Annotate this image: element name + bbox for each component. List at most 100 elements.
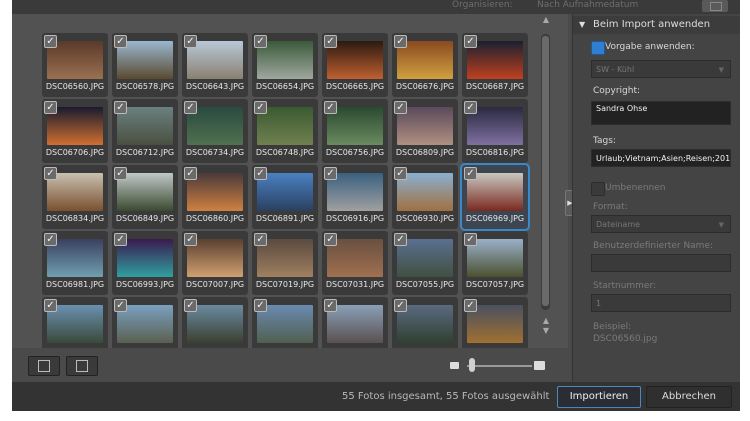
photo-thumbnail[interactable]: ✓ DSC06578.JPG xyxy=(112,33,178,97)
thumbnail-checkbox[interactable]: ✓ xyxy=(464,35,477,48)
thumbnail-checkbox[interactable]: ✓ xyxy=(44,35,57,48)
scrollbar-thumb[interactable] xyxy=(542,36,549,306)
thumbnail-size-slider[interactable] xyxy=(467,365,532,367)
photo-thumbnail[interactable]: ✓ DSC06748.JPG xyxy=(252,99,318,163)
thumbnail-checkbox[interactable]: ✓ xyxy=(394,167,407,180)
thumbnail-checkbox[interactable]: ✓ xyxy=(114,233,127,246)
photo-thumbnail[interactable]: ✓ xyxy=(182,297,248,348)
preset-dropdown[interactable]: SW - Kühl ▼ xyxy=(591,60,731,78)
thumbnail-checkbox[interactable]: ✓ xyxy=(254,167,267,180)
photo-thumbnail[interactable]: ✓ DSC06676.JPG xyxy=(392,33,458,97)
thumbnail-checkbox[interactable]: ✓ xyxy=(254,233,267,246)
sort-dropdown[interactable]: Nach Aufnahmedatum xyxy=(537,0,677,10)
small-thumb-icon[interactable] xyxy=(450,362,459,369)
photo-thumbnail[interactable]: ✓ xyxy=(462,297,528,348)
photo-thumbnail[interactable]: ✓ DSC06654.JPG xyxy=(252,33,318,97)
thumbnail-checkbox[interactable]: ✓ xyxy=(324,35,337,48)
thumbnail-checkbox[interactable]: ✓ xyxy=(254,299,267,312)
thumbnail-checkbox[interactable]: ✓ xyxy=(44,101,57,114)
slider-knob[interactable] xyxy=(469,358,475,372)
start-number-field[interactable]: 1 xyxy=(591,294,731,312)
panel-header[interactable]: ▼ Beim Import anwenden xyxy=(573,16,740,34)
thumbnail-checkbox[interactable]: ✓ xyxy=(114,35,127,48)
thumbnail-checkbox[interactable]: ✓ xyxy=(394,101,407,114)
photo-thumbnail[interactable]: ✓ DSC07031.JPG xyxy=(322,231,388,295)
photo-thumbnail[interactable]: ✓ DSC07007.JPG xyxy=(182,231,248,295)
thumbnail-checkbox[interactable]: ✓ xyxy=(44,299,57,312)
check-all-button[interactable] xyxy=(66,356,98,376)
import-settings-panel: ▼ Beim Import anwenden Vorgabe anwenden:… xyxy=(572,14,740,382)
photo-thumbnail[interactable]: ✓ DSC06809.JPG xyxy=(392,99,458,163)
photo-thumbnail[interactable]: ✓ DSC06930.JPG xyxy=(392,165,458,229)
photo-thumbnail[interactable]: ✓ DSC06860.JPG xyxy=(182,165,248,229)
cancel-button[interactable]: Abbrechen xyxy=(646,386,732,408)
thumbnail-checkbox[interactable]: ✓ xyxy=(254,35,267,48)
import-button[interactable]: Importieren xyxy=(557,386,641,408)
thumbnail-checkbox[interactable]: ✓ xyxy=(324,233,337,246)
photo-thumbnail[interactable]: ✓ xyxy=(392,297,458,348)
thumbnail-checkbox[interactable]: ✓ xyxy=(464,101,477,114)
vertical-scrollbar[interactable] xyxy=(541,34,550,310)
thumbnail-checkbox[interactable]: ✓ xyxy=(114,167,127,180)
thumbnail-filename: DSC06578.JPG xyxy=(115,82,175,91)
thumbnail-checkbox[interactable]: ✓ xyxy=(184,299,197,312)
photo-thumbnail[interactable]: ✓ DSC06756.JPG xyxy=(322,99,388,163)
photo-thumbnail[interactable]: ✓ DSC06665.JPG xyxy=(322,33,388,97)
thumbnail-checkbox[interactable]: ✓ xyxy=(44,233,57,246)
photo-thumbnail[interactable]: ✓ DSC06687.JPG xyxy=(462,33,528,97)
photo-thumbnail[interactable]: ✓ DSC07057.JPG xyxy=(462,231,528,295)
photo-thumbnail[interactable]: ✓ DSC06734.JPG xyxy=(182,99,248,163)
thumbnail-checkbox[interactable]: ✓ xyxy=(394,299,407,312)
thumbnail-checkbox[interactable]: ✓ xyxy=(114,299,127,312)
photo-thumbnail[interactable]: ✓ DSC06643.JPG xyxy=(182,33,248,97)
thumbnail-checkbox[interactable]: ✓ xyxy=(324,299,337,312)
thumbnail-filename: DSC06930.JPG xyxy=(395,214,455,223)
photo-thumbnail[interactable]: ✓ DSC06916.JPG xyxy=(322,165,388,229)
thumbnail-checkbox[interactable]: ✓ xyxy=(464,299,477,312)
photo-thumbnail[interactable]: ✓ DSC06706.JPG xyxy=(42,99,108,163)
thumbnail-checkbox[interactable]: ✓ xyxy=(184,233,197,246)
scroll-down-icon[interactable]: ▼ xyxy=(541,326,551,335)
photo-thumbnail[interactable]: ✓ DSC06816.JPG xyxy=(462,99,528,163)
photo-thumbnail[interactable]: ✓ xyxy=(112,297,178,348)
thumbnail-checkbox[interactable]: ✓ xyxy=(184,167,197,180)
thumbnail-checkbox[interactable]: ✓ xyxy=(44,167,57,180)
rename-checkbox[interactable] xyxy=(591,182,605,196)
thumbnail-checkbox[interactable]: ✓ xyxy=(394,35,407,48)
thumbnail-checkbox[interactable]: ✓ xyxy=(184,101,197,114)
select-all-button[interactable] xyxy=(28,356,60,376)
preset-checkbox[interactable] xyxy=(591,41,605,55)
thumbnail-checkbox[interactable]: ✓ xyxy=(464,233,477,246)
photo-thumbnail[interactable]: ✓ DSC07019.JPG xyxy=(252,231,318,295)
scroll-up-icon[interactable]: ▲ xyxy=(541,316,551,325)
photo-thumbnail[interactable]: ✓ DSC06891.JPG xyxy=(252,165,318,229)
rename-label: Umbenennen xyxy=(605,183,666,193)
custom-name-field[interactable] xyxy=(591,254,731,272)
photo-thumbnail[interactable]: ✓ DSC07055.JPG xyxy=(392,231,458,295)
calendar-button[interactable] xyxy=(702,0,728,12)
photo-thumbnail[interactable]: ✓ xyxy=(322,297,388,348)
thumbnail-checkbox[interactable]: ✓ xyxy=(184,35,197,48)
large-thumb-icon[interactable] xyxy=(534,361,545,370)
photo-thumbnail[interactable]: ✓ DSC06712.JPG xyxy=(112,99,178,163)
photo-thumbnail[interactable]: ✓ DSC06849.JPG xyxy=(112,165,178,229)
thumbnail-checkbox[interactable]: ✓ xyxy=(324,167,337,180)
photo-thumbnail[interactable]: ✓ DSC06834.JPG xyxy=(42,165,108,229)
photo-thumbnail[interactable]: ✓ DSC06993.JPG xyxy=(112,231,178,295)
thumbnail-checkbox[interactable]: ✓ xyxy=(394,233,407,246)
thumbnail-checkbox[interactable]: ✓ xyxy=(254,101,267,114)
tags-field[interactable]: Urlaub;Vietnam;Asien;Reisen;201 xyxy=(591,149,731,167)
format-dropdown[interactable]: Dateiname ▼ xyxy=(591,215,731,233)
thumbnail-filename: DSC06687.JPG xyxy=(465,82,525,91)
copyright-field[interactable]: Sandra Ohse xyxy=(591,101,731,125)
photo-thumbnail[interactable]: ✓ DSC06981.JPG xyxy=(42,231,108,295)
thumbnail-checkbox[interactable]: ✓ xyxy=(114,101,127,114)
thumbnail-filename: DSC06643.JPG xyxy=(185,82,245,91)
photo-thumbnail[interactable]: ✓ xyxy=(252,297,318,348)
scroll-up-icon[interactable]: ▲ xyxy=(541,15,551,24)
thumbnail-checkbox[interactable]: ✓ xyxy=(324,101,337,114)
photo-thumbnail[interactable]: ✓ DSC06969.JPG xyxy=(460,163,530,231)
thumbnail-checkbox[interactable]: ✓ xyxy=(464,167,477,180)
photo-thumbnail[interactable]: ✓ DSC06560.JPG xyxy=(42,33,108,97)
photo-thumbnail[interactable]: ✓ xyxy=(42,297,108,348)
